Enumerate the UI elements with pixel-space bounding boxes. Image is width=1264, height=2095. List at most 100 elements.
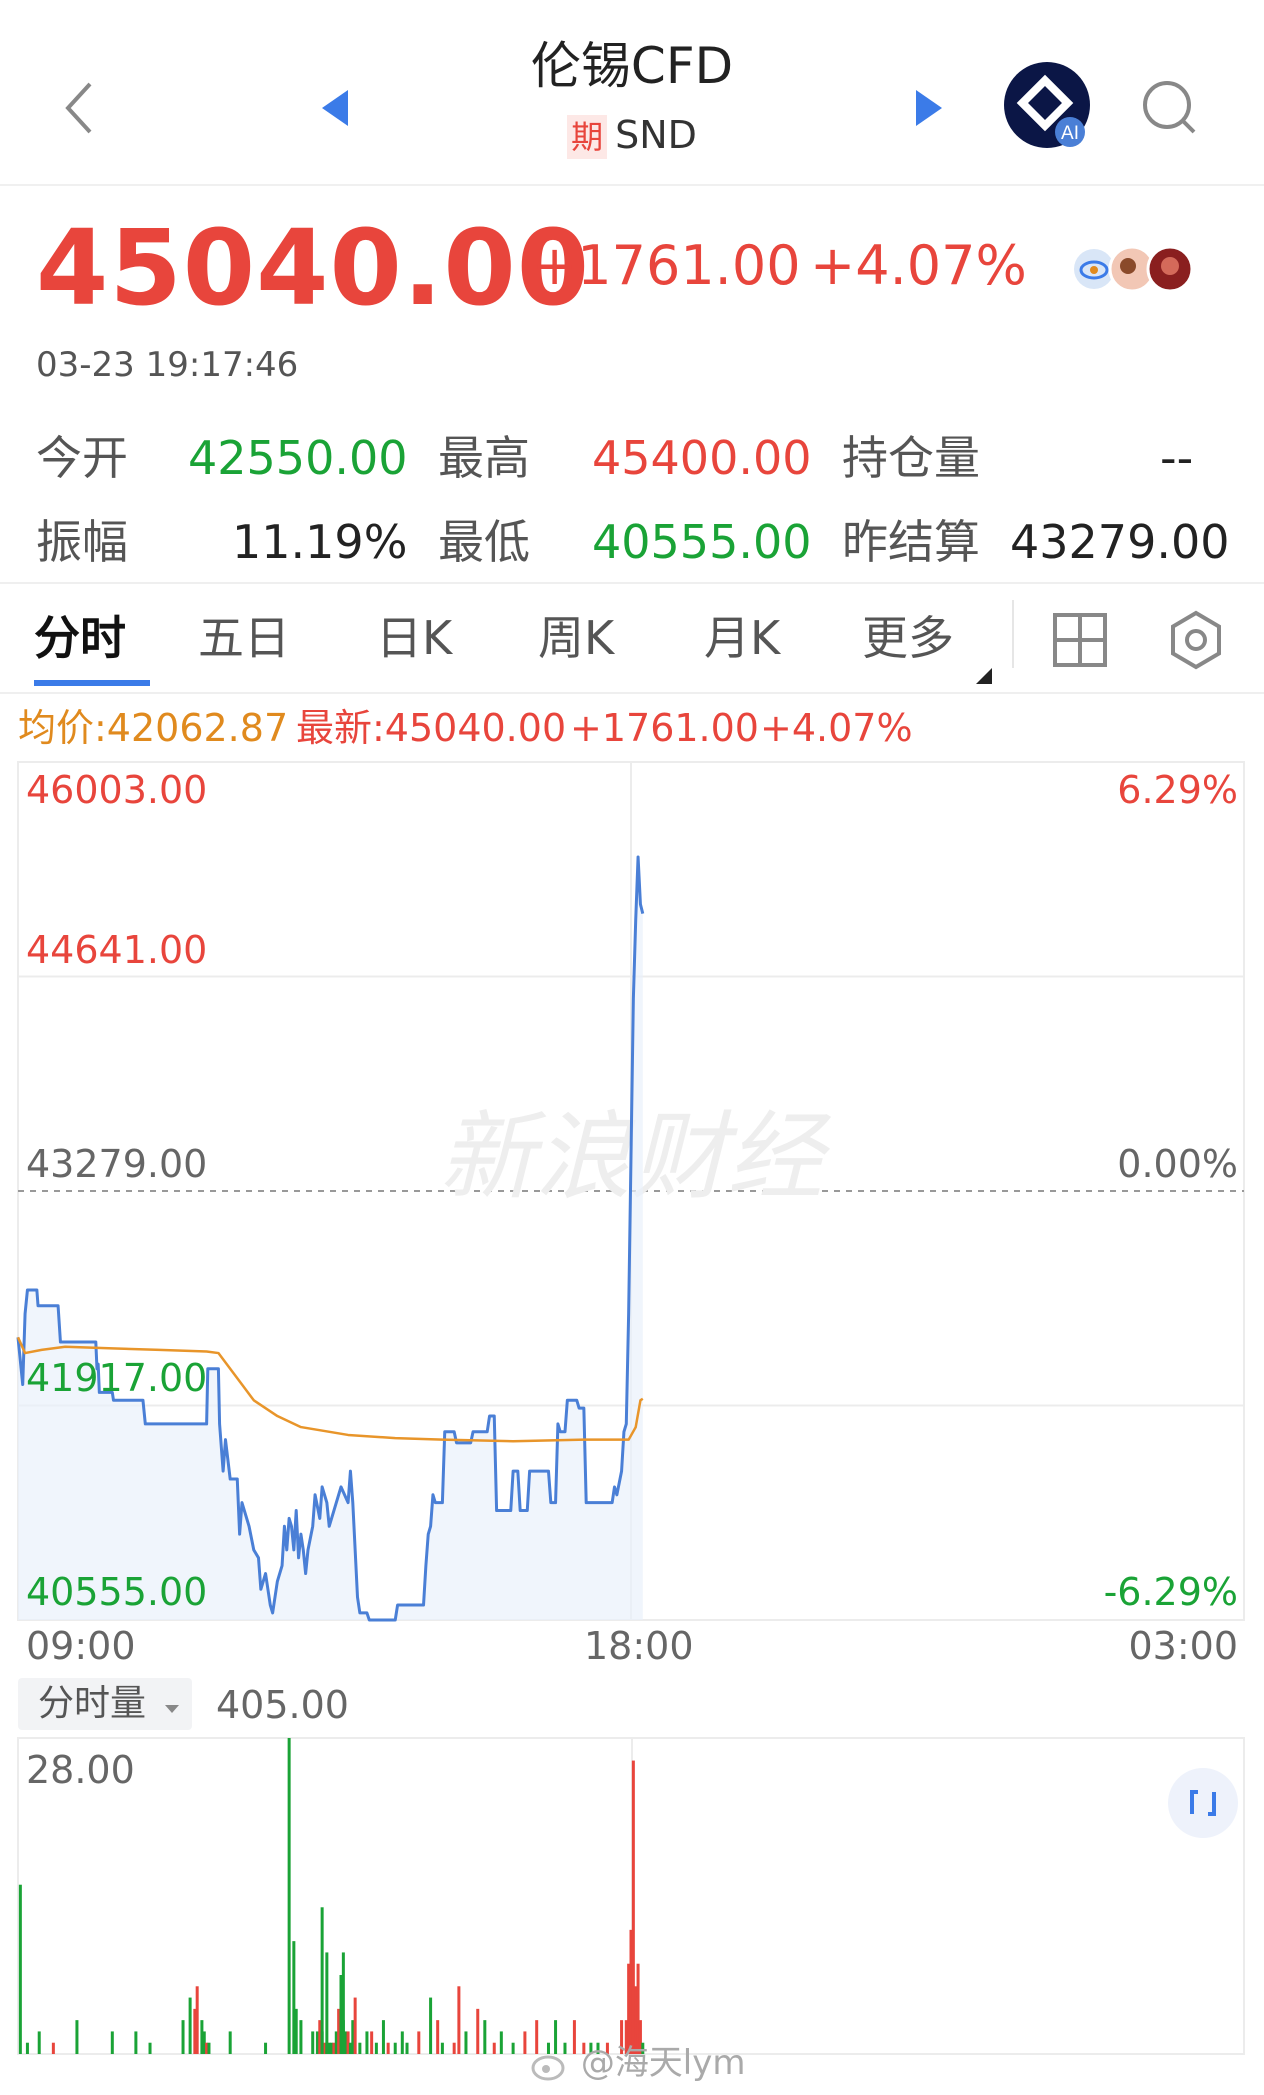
volume-bar [311,2031,315,2054]
volume-bar [393,2042,397,2054]
y-tick-max: 46003.00 [26,768,208,812]
tab-monthly-k[interactable]: 月K [704,608,780,668]
volume-bar [436,2020,440,2054]
instrument-code: 期 SND [380,110,884,160]
volume-type-label: 分时量 [38,1683,147,1724]
tab-five-day[interactable]: 五日 [198,608,290,668]
volume-bar [370,2031,374,2054]
volume-bar [51,2042,55,2054]
chevron-left-icon [65,82,92,134]
y-pct-min: -6.29% [1103,1570,1238,1614]
volume-bar [365,2031,369,2054]
volume-type-dropdown[interactable]: 分时量 [18,1678,192,1730]
intraday-price-chart[interactable]: 新浪财经 [0,750,1264,1630]
tab-separator [1012,600,1014,668]
price-change-percent: +4.07% [810,234,1027,297]
quote-time: 03-23 19:17:46 [36,345,299,385]
ai-logo-icon: AI [1016,74,1085,147]
section-divider [0,582,1264,584]
volume-bar [353,1997,357,2054]
expand-chart-button[interactable] [1168,1768,1238,1838]
volume-bar [381,2020,385,2054]
high-label: 最高 [438,431,530,485]
back-button[interactable] [60,80,100,134]
volume-bar [188,1997,192,2054]
weibo-icon [531,2055,565,2080]
volume-bar [320,1907,324,2054]
expand-icon [1190,1790,1216,1816]
volume-value: 405.00 [216,1683,349,1727]
latest-change-percent: +4.07% [760,706,913,750]
volume-bar [476,2008,480,2054]
volume-bar [341,1952,345,2054]
volume-bar [195,1986,199,2054]
grid-icon [1053,613,1107,667]
volume-bar [457,1986,461,2054]
previous-quote-button[interactable] [318,88,352,128]
volume-bar [400,2031,404,2054]
caret-down-icon [165,1705,180,1713]
volume-bar [523,2031,527,2054]
tab-daily-k[interactable]: 日K [376,608,452,668]
page-title: 伦锡CFD [530,37,734,95]
volume-bar [292,1941,296,2054]
low-value: 40555.00 [592,515,812,569]
volume-bar [440,2042,444,2054]
triangle-left-icon [322,90,348,126]
y-tick-upper: 44641.00 [26,928,208,972]
latest-price: 最新:45040.00 [296,706,567,750]
amplitude-label: 振幅 [36,515,128,569]
volume-bar [25,2042,29,2054]
volume-bar [452,2042,456,2054]
y-tick-min: 40555.00 [26,1570,208,1614]
avatar-group-icon [1074,245,1194,293]
volume-bar [18,1884,22,2054]
latest-change: +1761.00 [570,706,759,750]
volume-bar [417,2031,421,2054]
next-quote-button[interactable] [912,88,946,128]
volume-bar [325,1952,329,2054]
volume-bar [134,2031,138,2054]
open-interest-label: 持仓量 [842,431,980,485]
volume-bar [429,1997,433,2054]
y-tick-reference: 43279.00 [26,1142,208,1186]
tab-intraday[interactable]: 分时 [34,608,126,668]
volume-bar [299,2020,303,2054]
y-pct-max: 6.29% [1117,768,1238,812]
volume-bar [483,2020,487,2054]
search-icon [1143,81,1196,134]
volume-bar [492,2042,496,2054]
volume-bar [511,2042,515,2054]
volume-bar [181,2020,185,2054]
search-button[interactable] [1140,78,1200,138]
last-price: 45040.00 [36,207,591,329]
futures-tag: 期 [567,115,608,159]
prev-settle-label: 昨结算 [842,515,980,569]
code-text: SND [615,113,697,157]
active-tab-indicator [34,680,150,686]
triangle-right-icon [916,90,942,126]
ai-assistant-button[interactable]: AI [1004,62,1090,148]
y-tick-lower: 41917.00 [26,1356,208,1400]
volume-bar [75,2020,79,2054]
high-value: 45400.00 [592,431,812,485]
volume-bar [386,2042,390,2054]
volume-bar [358,2042,362,2054]
community-avatars[interactable] [1068,242,1198,296]
weibo-username: @海天lym [580,2043,746,2083]
x-tick-mid: 18:00 [584,1624,694,1668]
x-tick-start: 09:00 [26,1624,136,1668]
tab-more[interactable]: 更多 [862,608,954,668]
volume-bar [37,2031,41,2054]
volume-y-tick: 28.00 [26,1748,135,1792]
volume-chart[interactable] [0,1736,1264,2056]
prev-settle-value: 43279.00 [1010,515,1230,569]
chart-settings-button[interactable] [1164,608,1228,672]
volume-bar [405,2042,409,2054]
tab-weekly-k[interactable]: 周K [538,608,614,668]
layout-grid-button[interactable] [1052,612,1108,668]
low-label: 最低 [438,515,530,569]
volume-bar [464,2031,468,2054]
volume-bar [264,2042,268,2054]
open-interest-value: -- [1160,431,1194,485]
